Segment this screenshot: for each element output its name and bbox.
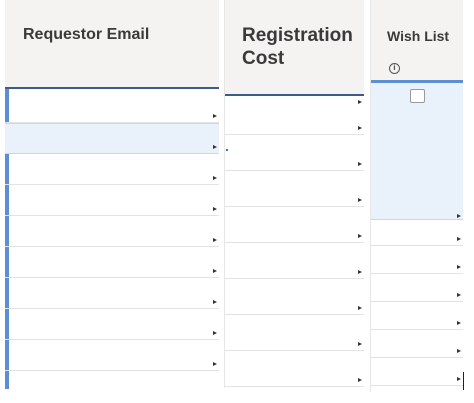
table-cell[interactable] <box>225 171 364 207</box>
cell-edit-marker <box>213 331 217 335</box>
cell-edit-marker <box>213 300 217 304</box>
cell-edit-marker <box>213 114 217 118</box>
table-cell[interactable] <box>5 185 219 216</box>
table-cell[interactable] <box>371 274 463 302</box>
select-all-row <box>371 83 463 220</box>
column-header-wish-list[interactable]: Wish List i <box>371 0 463 80</box>
cell-edit-marker <box>213 207 217 211</box>
cell-edit-marker <box>358 162 362 166</box>
table-cell-selected[interactable] <box>5 123 219 154</box>
cell-edit-marker <box>213 176 217 180</box>
cell-edit-marker <box>213 145 217 149</box>
column-requestor-email: Requestor Email <box>5 0 219 389</box>
cell-edit-marker <box>213 362 217 366</box>
text-cursor <box>463 372 464 390</box>
cell-edit-marker <box>457 265 461 269</box>
column-header-registration-cost[interactable]: Registration Cost <box>225 0 364 94</box>
table-cell[interactable] <box>225 135 364 171</box>
cell-edit-marker <box>358 378 362 382</box>
cell-edit-marker <box>457 321 461 325</box>
column-header-label: Requestor Email <box>23 26 150 43</box>
table-cell[interactable] <box>5 340 219 371</box>
table-cell[interactable] <box>225 96 364 104</box>
table-cell[interactable] <box>371 220 463 246</box>
table-cell[interactable] <box>371 330 463 358</box>
table-cell[interactable] <box>5 216 219 247</box>
select-all-checkbox[interactable] <box>410 89 425 103</box>
column-header-label: Registration Cost <box>242 25 353 69</box>
table-cell[interactable] <box>225 351 364 387</box>
cell-edit-marker <box>457 237 461 241</box>
cell-edit-marker <box>358 198 362 202</box>
table-cell[interactable] <box>225 315 364 351</box>
table-cell[interactable] <box>5 247 219 278</box>
table-cell[interactable] <box>371 302 463 330</box>
column-registration-cost: Registration Cost <box>224 0 364 388</box>
cell-edit-marker <box>457 349 461 353</box>
cell-edit-marker <box>358 234 362 238</box>
table-cell[interactable] <box>5 89 219 123</box>
cell-edit-marker <box>358 270 362 274</box>
column-cells <box>371 83 463 392</box>
cell-edit-marker <box>358 306 362 310</box>
cell-edit-marker <box>358 126 362 130</box>
cell-edit-marker <box>213 238 217 242</box>
cell-edit-marker <box>457 377 461 381</box>
table-cell[interactable] <box>371 246 463 274</box>
table-cell[interactable] <box>371 358 463 386</box>
cell-marker-dot <box>226 149 228 151</box>
column-wish-list: Wish List i <box>370 0 463 392</box>
table-cell[interactable] <box>225 104 364 135</box>
cell-edit-marker <box>457 293 461 297</box>
column-cells <box>5 89 219 389</box>
column-cells <box>225 96 364 388</box>
table-cell[interactable] <box>5 309 219 340</box>
cell-edit-marker <box>213 269 217 273</box>
table-cell[interactable] <box>5 154 219 185</box>
column-header-requestor-email[interactable]: Requestor Email <box>5 0 219 89</box>
info-icon[interactable]: i <box>389 63 400 74</box>
table-cell[interactable] <box>225 243 364 279</box>
table-cell[interactable] <box>5 278 219 309</box>
table-cell[interactable] <box>225 207 364 243</box>
table-cell[interactable] <box>225 279 364 315</box>
cell-edit-marker <box>457 214 461 218</box>
column-header-label: Wish List <box>387 28 450 44</box>
cell-edit-marker <box>358 342 362 346</box>
